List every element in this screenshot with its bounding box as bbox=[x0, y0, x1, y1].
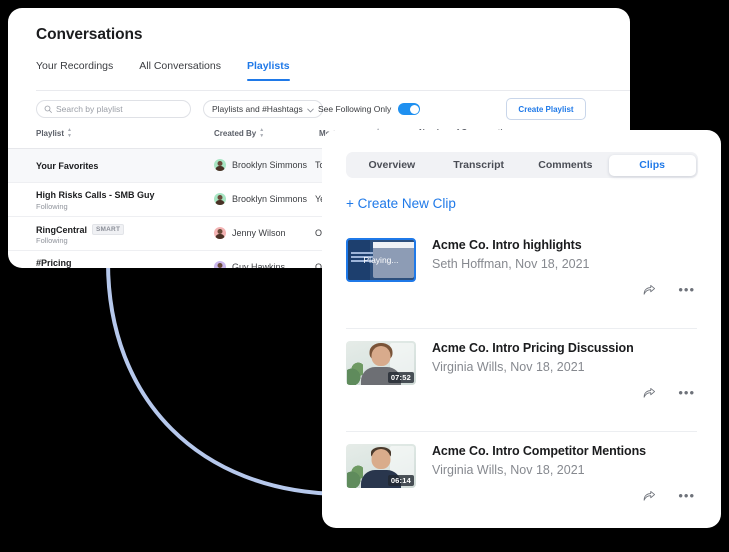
list-item[interactable]: 06:14 Acme Co. Intro Competitor Mentions… bbox=[346, 432, 697, 528]
toggle-label: See Following Only bbox=[318, 104, 392, 114]
row-creator: Brooklyn Simmons bbox=[214, 159, 307, 171]
clip-title: Acme Co. Intro Pricing Discussion bbox=[432, 341, 634, 355]
clip-thumbnail[interactable]: 06:14 bbox=[346, 444, 416, 488]
create-playlist-button[interactable]: Create Playlist bbox=[506, 98, 586, 120]
playlist-type-dropdown[interactable]: Playlists and #Hashtags bbox=[203, 100, 323, 118]
clip-actions: ••• bbox=[642, 386, 695, 400]
playlist-name: #Pricing bbox=[36, 258, 72, 268]
tab-divider bbox=[36, 90, 630, 91]
sort-icon[interactable]: ▲▼ bbox=[259, 128, 264, 139]
page-title: Conversations bbox=[36, 26, 143, 43]
avatar bbox=[214, 227, 226, 239]
detail-tabs: Overview Transcript Comments Clips bbox=[346, 152, 698, 178]
list-item[interactable]: 07:52 Acme Co. Intro Pricing Discussion … bbox=[346, 329, 697, 432]
clips-panel: Overview Transcript Comments Clips + Cre… bbox=[322, 130, 721, 528]
row-creator: Brooklyn Simmons bbox=[214, 193, 307, 205]
clip-thumbnail[interactable]: Playing... bbox=[346, 238, 416, 282]
clip-duration: 06:14 bbox=[387, 475, 414, 486]
playlist-name: Your Favorites bbox=[36, 161, 99, 171]
share-icon[interactable] bbox=[642, 283, 656, 297]
tab-comments[interactable]: Comments bbox=[522, 155, 609, 176]
toggle-switch[interactable] bbox=[398, 103, 421, 115]
create-new-clip-button[interactable]: + Create New Clip bbox=[346, 196, 456, 211]
share-icon[interactable] bbox=[642, 386, 656, 400]
more-options-icon[interactable]: ••• bbox=[678, 489, 695, 502]
clip-title: Acme Co. Intro Competitor Mentions bbox=[432, 444, 646, 458]
row-creator: Guy Hawkins bbox=[214, 261, 285, 268]
avatar bbox=[214, 159, 226, 171]
row-creator: Jenny Wilson bbox=[214, 227, 286, 239]
playlist-name: High Risks Calls - SMB Guy bbox=[36, 190, 155, 200]
tab-all-conversations[interactable]: All Conversations bbox=[139, 60, 221, 81]
tab-clips[interactable]: Clips bbox=[608, 154, 696, 176]
clips-list: Playing... Acme Co. Intro highlights Set… bbox=[346, 226, 697, 528]
clip-meta: Virginia Wills, Nov 18, 2021 bbox=[432, 463, 585, 477]
clip-meta: Seth Hoffman, Nov 18, 2021 bbox=[432, 257, 590, 271]
tab-transcript[interactable]: Transcript bbox=[435, 155, 522, 176]
main-tabs: Your Recordings All Conversations Playli… bbox=[36, 60, 290, 81]
sort-icon[interactable]: ▲▼ bbox=[67, 128, 72, 139]
dropdown-value: Playlists and #Hashtags bbox=[212, 104, 303, 114]
search-icon bbox=[44, 100, 52, 118]
column-header-created-by[interactable]: Created By ▲ ▼ bbox=[214, 128, 264, 139]
clip-actions: ••• bbox=[642, 283, 695, 297]
avatar bbox=[214, 261, 226, 268]
clip-duration: 07:52 bbox=[387, 372, 414, 383]
more-options-icon[interactable]: ••• bbox=[678, 283, 695, 296]
more-options-icon[interactable]: ••• bbox=[678, 386, 695, 399]
clip-thumbnail[interactable]: 07:52 bbox=[346, 341, 416, 385]
chevron-down-icon bbox=[307, 100, 314, 118]
clip-title: Acme Co. Intro highlights bbox=[432, 238, 582, 252]
smart-badge: SMART bbox=[92, 224, 125, 235]
tab-playlists[interactable]: Playlists bbox=[246, 60, 290, 81]
share-icon[interactable] bbox=[642, 489, 656, 503]
tab-overview[interactable]: Overview bbox=[349, 155, 436, 176]
avatar bbox=[214, 193, 226, 205]
tab-your-recordings[interactable]: Your Recordings bbox=[36, 60, 113, 81]
following-label: Following bbox=[36, 202, 68, 211]
playing-label: Playing... bbox=[363, 255, 399, 266]
list-item[interactable]: Playing... Acme Co. Intro highlights Set… bbox=[346, 226, 697, 329]
see-following-only-toggle[interactable]: See Following Only bbox=[318, 100, 421, 118]
search-placeholder: Search by playlist bbox=[56, 104, 123, 114]
playlist-name: RingCentral SMART bbox=[36, 224, 125, 235]
clip-meta: Virginia Wills, Nov 18, 2021 bbox=[432, 360, 585, 374]
following-label: Following bbox=[36, 236, 68, 245]
search-input[interactable]: Search by playlist bbox=[36, 100, 191, 118]
filter-bar: Search by playlist Playlists and #Hashta… bbox=[36, 98, 630, 120]
column-header-playlist[interactable]: Playlist ▲ ▼ bbox=[36, 128, 72, 139]
clip-actions: ••• bbox=[642, 489, 695, 503]
toggle-knob bbox=[409, 104, 419, 114]
